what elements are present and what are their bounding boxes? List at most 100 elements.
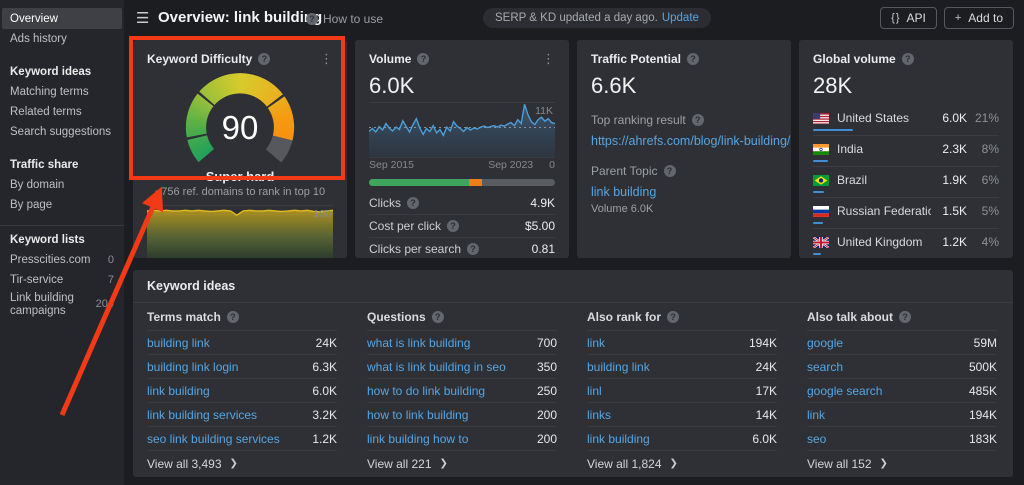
- keyword-link[interactable]: link building: [147, 384, 210, 398]
- sidebar-item-overview[interactable]: Overview: [2, 8, 122, 29]
- country-name: United States: [837, 111, 931, 125]
- keyword-link[interactable]: what is link building in seo: [367, 360, 506, 374]
- help-icon[interactable]: ?: [447, 220, 459, 232]
- keyword-row: search500K: [807, 355, 997, 379]
- kebab-menu-icon[interactable]: ⋮: [320, 53, 333, 65]
- country-percent: 8%: [967, 142, 999, 156]
- country-name: Brazil: [837, 173, 931, 187]
- keyword-link[interactable]: building link: [147, 336, 210, 350]
- keyword-link[interactable]: how to do link building: [367, 384, 485, 398]
- keyword-ideas-section: Keyword ideas Terms match?building link2…: [133, 270, 1013, 477]
- keyword-row: how to link building200: [367, 403, 557, 427]
- keyword-link[interactable]: google search: [807, 384, 882, 398]
- api-button[interactable]: {} API: [880, 7, 937, 29]
- kd-gauge: 90: [147, 69, 333, 173]
- sidebar-item-list-tir-service[interactable]: Tir-service 7: [0, 270, 124, 290]
- keyword-link[interactable]: links: [587, 408, 611, 422]
- help-icon[interactable]: ?: [667, 311, 679, 323]
- sidebar-item-by-domain[interactable]: By domain: [0, 175, 124, 195]
- keyword-link[interactable]: link building services: [147, 408, 257, 422]
- help-icon[interactable]: ?: [407, 197, 419, 209]
- sidebar-item-matching-terms[interactable]: Matching terms: [0, 82, 124, 102]
- sidebar-item-search-suggestions[interactable]: Search suggestions: [0, 122, 124, 142]
- country-row: India2.3K8%: [813, 136, 999, 167]
- keyword-row: how to do link building250: [367, 379, 557, 403]
- global-volume-value: 28K: [813, 73, 999, 99]
- how-to-use-link[interactable]: ? How to use: [306, 12, 383, 26]
- keyword-link[interactable]: link building: [587, 432, 650, 446]
- sidebar-header-traffic-share: Traffic share: [0, 155, 124, 175]
- help-icon[interactable]: ?: [467, 243, 479, 255]
- metric-value: 4.9K: [530, 196, 555, 210]
- help-icon[interactable]: ?: [692, 114, 704, 126]
- keyword-link[interactable]: linl: [587, 384, 602, 398]
- keyword-link[interactable]: what is link building: [367, 336, 470, 350]
- country-share-bar: [813, 191, 824, 193]
- add-to-button[interactable]: + Add to: [944, 7, 1014, 29]
- country-percent: 5%: [967, 204, 999, 218]
- sidebar-item-by-page[interactable]: By page: [0, 195, 124, 215]
- sidebar-divider: [0, 225, 124, 226]
- help-icon[interactable]: ?: [902, 53, 914, 65]
- help-icon[interactable]: ?: [258, 53, 270, 65]
- keyword-link[interactable]: google: [807, 336, 843, 350]
- flag-us-icon: [813, 113, 829, 124]
- view-all-label: View all 152: [807, 457, 872, 471]
- keyword-volume: 350: [529, 360, 557, 374]
- chevron-right-icon: ❯: [230, 458, 238, 469]
- view-all-button[interactable]: View all 1,824❯: [587, 451, 777, 476]
- update-link[interactable]: Update: [662, 12, 699, 24]
- help-icon[interactable]: ?: [417, 53, 429, 65]
- help-icon[interactable]: ?: [687, 53, 699, 65]
- card-title: Keyword Difficulty: [147, 52, 252, 66]
- keyword-row: link building services3.2K: [147, 403, 337, 427]
- country-name: Russian Federation: [837, 204, 931, 218]
- country-row: Brazil1.9K6%: [813, 167, 999, 198]
- keyword-link[interactable]: search: [807, 360, 843, 374]
- keyword-row: building link login6.3K: [147, 355, 337, 379]
- keyword-row: link194K: [807, 403, 997, 427]
- keyword-ideas-column: Terms match?building link24Kbuilding lin…: [133, 303, 353, 476]
- paid-clicks-segment: [469, 179, 482, 186]
- sidebar-item-related-terms[interactable]: Related terms: [0, 102, 124, 122]
- keyword-row: seo183K: [807, 427, 997, 451]
- topbar: ☰ Overview: link building ? How to use S…: [124, 0, 1024, 37]
- country-percent: 21%: [967, 111, 999, 125]
- sidebar-item-list-link-building-campaigns[interactable]: Link building campaigns 204: [0, 290, 124, 319]
- country-volume-list: United States6.0K21%India2.3K8%Brazil1.9…: [813, 105, 999, 258]
- country-volume: 1.5K: [931, 204, 967, 218]
- help-icon[interactable]: ?: [227, 311, 239, 323]
- keyword-link[interactable]: building link: [587, 360, 650, 374]
- keyword-link[interactable]: building link login: [147, 360, 238, 374]
- sidebar-item-list-presscities[interactable]: Presscities.com 0: [0, 250, 124, 270]
- view-all-button[interactable]: View all 152❯: [807, 451, 997, 476]
- hamburger-menu-icon[interactable]: ☰: [136, 9, 149, 27]
- column-header: Questions: [367, 310, 426, 324]
- metric-label: Cost per click: [369, 219, 441, 233]
- keyword-link[interactable]: how to link building: [367, 408, 468, 422]
- keyword-link[interactable]: seo link building services: [147, 432, 280, 446]
- keyword-link[interactable]: link: [587, 336, 605, 350]
- keyword-link[interactable]: link: [807, 408, 825, 422]
- clicks-breakdown-bar: [369, 179, 555, 186]
- sidebar-item-ads-history[interactable]: Ads history: [0, 29, 124, 49]
- view-all-button[interactable]: View all 221❯: [367, 451, 557, 476]
- card-title: Volume: [369, 52, 411, 66]
- view-all-button[interactable]: View all 3,493❯: [147, 451, 337, 476]
- help-icon[interactable]: ?: [432, 311, 444, 323]
- update-status-pill: SERP & KD updated a day ago. Update: [483, 8, 711, 28]
- keyword-ideas-grid: Terms match?building link24Kbuilding lin…: [133, 303, 1013, 476]
- ahrefs-keyword-overview-screen: Overview Ads history Keyword ideas Match…: [0, 0, 1024, 485]
- help-icon[interactable]: ?: [899, 311, 911, 323]
- help-icon[interactable]: ?: [664, 165, 676, 177]
- top-ranking-result-link[interactable]: https://ahrefs.com/blog/link-building/▾: [591, 134, 777, 148]
- keyword-link[interactable]: link building how to: [367, 432, 468, 446]
- sidebar: Overview Ads history Keyword ideas Match…: [0, 0, 124, 485]
- kebab-menu-icon[interactable]: ⋮: [542, 53, 555, 65]
- country-percent: 4%: [967, 235, 999, 249]
- view-all-label: View all 1,824: [587, 457, 662, 471]
- top-ranking-result-label: Top ranking result: [591, 113, 686, 127]
- keyword-link[interactable]: seo: [807, 432, 826, 446]
- parent-topic-link[interactable]: link building: [591, 185, 777, 199]
- metric-cards-row: Keyword Difficulty ? ⋮ 90 Super hard ~75…: [133, 40, 1013, 258]
